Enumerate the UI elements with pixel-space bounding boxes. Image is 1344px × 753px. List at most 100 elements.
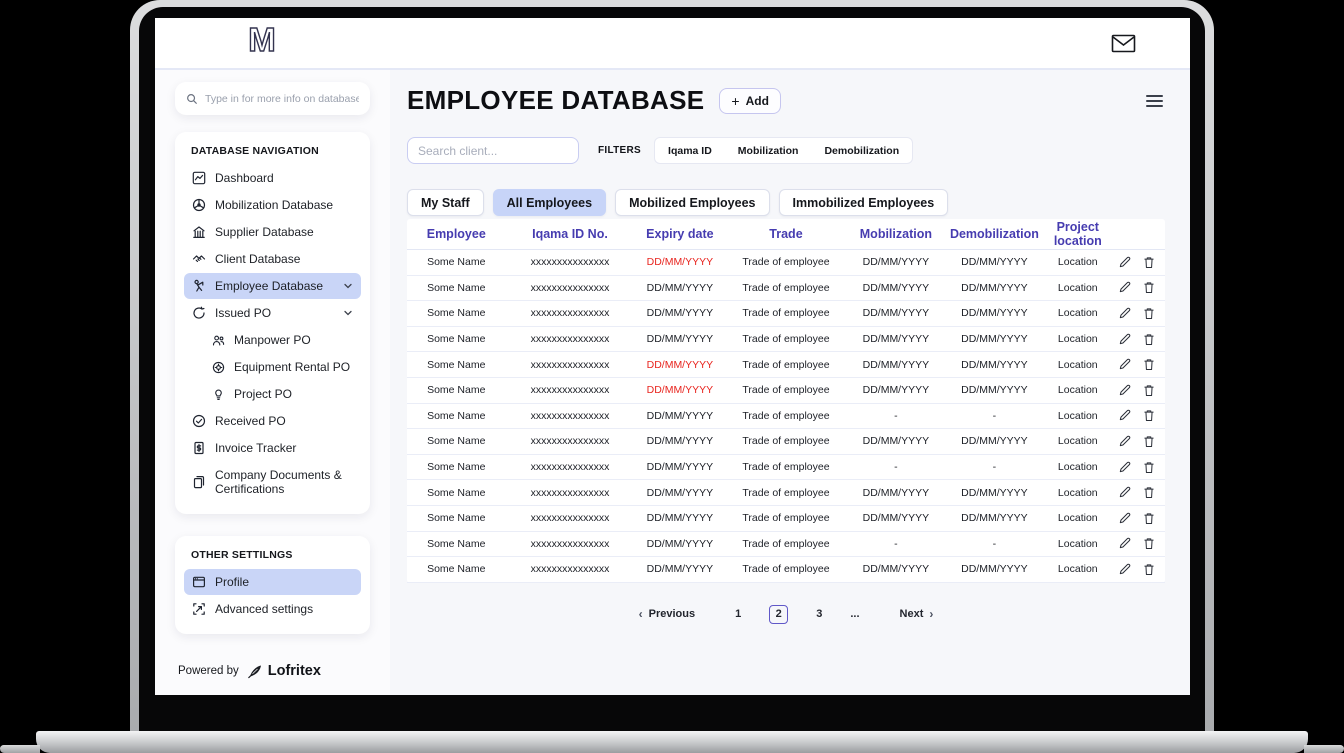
- laptop-bezel: M: [139, 7, 1205, 731]
- edit-pencil-icon[interactable]: [1118, 461, 1131, 474]
- table-row: Some Name xxxxxxxxxxxxxxx DD/MM/YYYY Tra…: [407, 276, 1165, 302]
- cell-mobilization: DD/MM/YYYY: [847, 487, 946, 499]
- table-header-cell[interactable]: Employee: [407, 227, 506, 241]
- edit-pencil-icon[interactable]: [1118, 512, 1131, 525]
- next-label: Next: [900, 608, 924, 620]
- sidebar-search[interactable]: [175, 82, 370, 115]
- cell-demobilization: DD/MM/YYYY: [945, 256, 1044, 268]
- delete-trash-icon[interactable]: [1143, 409, 1155, 422]
- table-header-cell[interactable]: Iqama ID No.: [506, 227, 635, 241]
- filter-chip[interactable]: Iqama ID: [655, 145, 725, 157]
- table-header-cell[interactable]: Expiry date: [634, 227, 725, 241]
- sidebar-item-dashboard[interactable]: Dashboard: [184, 165, 361, 191]
- cell-mobilization: -: [847, 538, 946, 550]
- tab[interactable]: Immobilized Employees: [779, 189, 949, 216]
- sidebar-item-project-po[interactable]: Project PO: [204, 381, 361, 407]
- cell-iqama-id: xxxxxxxxxxxxxxx: [506, 282, 635, 294]
- sidebar-item-issued-po[interactable]: Issued PO: [184, 300, 361, 326]
- delete-trash-icon[interactable]: [1143, 461, 1155, 474]
- sidebar-item-supplier-database[interactable]: Supplier Database: [184, 219, 361, 245]
- cell-expiry-date: DD/MM/YYYY: [634, 512, 725, 524]
- filter-chip[interactable]: Demobilization: [811, 145, 912, 157]
- delete-trash-icon[interactable]: [1143, 563, 1155, 576]
- sidebar-item-manpower-po[interactable]: Manpower PO: [204, 327, 361, 353]
- cell-mobilization: -: [847, 410, 946, 422]
- cell-actions: [1112, 256, 1165, 269]
- sidebar-item-client-database[interactable]: Client Database: [184, 246, 361, 272]
- delete-trash-icon[interactable]: [1143, 333, 1155, 346]
- cell-employee: Some Name: [407, 384, 506, 396]
- cell-trade: Trade of employee: [725, 512, 846, 524]
- sidebar-item-employee-database[interactable]: Employee Database: [184, 273, 361, 299]
- cell-trade: Trade of employee: [725, 333, 846, 345]
- table-row: Some Name xxxxxxxxxxxxxxx DD/MM/YYYY Tra…: [407, 352, 1165, 378]
- cell-trade: Trade of employee: [725, 563, 846, 575]
- table-header-cell[interactable]: Demobilization: [945, 227, 1044, 241]
- sidebar-item-label: Dashboard: [215, 171, 274, 185]
- cell-trade: Trade of employee: [725, 359, 846, 371]
- cell-employee: Some Name: [407, 256, 506, 268]
- delete-trash-icon[interactable]: [1143, 307, 1155, 320]
- hamburger-menu-icon[interactable]: [1144, 91, 1165, 111]
- sidebar: DATABASE NAVIGATION Dashboard: [155, 70, 390, 695]
- delete-trash-icon[interactable]: [1143, 281, 1155, 294]
- edit-pencil-icon[interactable]: [1118, 256, 1131, 269]
- delete-trash-icon[interactable]: [1143, 384, 1155, 397]
- cell-actions: [1112, 435, 1165, 448]
- invoice-document-icon: [192, 441, 206, 455]
- cell-trade: Trade of employee: [725, 410, 846, 422]
- sidebar-item-equipment-rental-po[interactable]: Equipment Rental PO: [204, 354, 361, 380]
- table-header-cell[interactable]: Trade: [725, 227, 846, 241]
- edit-pencil-icon[interactable]: [1118, 281, 1131, 294]
- sidebar-search-input[interactable]: [205, 93, 359, 105]
- tab[interactable]: All Employees: [493, 189, 606, 216]
- lightbulb-icon: [212, 388, 225, 401]
- table-body: Some Name xxxxxxxxxxxxxxx DD/MM/YYYY Tra…: [407, 250, 1165, 583]
- sidebar-item-company-documents[interactable]: Company Documents & Certifications: [184, 462, 361, 502]
- sidebar-item-invoice-tracker[interactable]: Invoice Tracker: [184, 435, 361, 461]
- edit-pencil-icon[interactable]: [1118, 409, 1131, 422]
- sidebar-item-advanced-settings[interactable]: Advanced settings: [184, 596, 361, 622]
- delete-trash-icon[interactable]: [1143, 358, 1155, 371]
- edit-pencil-icon[interactable]: [1118, 537, 1131, 550]
- edit-pencil-icon[interactable]: [1118, 307, 1131, 320]
- page-button-3[interactable]: 3: [816, 608, 822, 620]
- edit-pencil-icon[interactable]: [1118, 563, 1131, 576]
- delete-trash-icon[interactable]: [1143, 486, 1155, 499]
- cell-actions: [1112, 307, 1165, 320]
- table-header-cell[interactable]: Mobilization: [847, 227, 946, 241]
- edit-pencil-icon[interactable]: [1118, 384, 1131, 397]
- tab[interactable]: Mobilized Employees: [615, 189, 769, 216]
- sidebar-item-mobilization-database[interactable]: Mobilization Database: [184, 192, 361, 218]
- next-page-button[interactable]: Next ›: [900, 607, 934, 621]
- mail-icon[interactable]: [1111, 34, 1136, 53]
- table-header-cell[interactable]: Project location: [1044, 220, 1112, 248]
- sidebar-item-label: Advanced settings: [215, 602, 313, 616]
- profile-card-icon: [192, 575, 206, 589]
- delete-trash-icon[interactable]: [1143, 537, 1155, 550]
- edit-pencil-icon[interactable]: [1118, 435, 1131, 448]
- delete-trash-icon[interactable]: [1143, 512, 1155, 525]
- page-button-2-current[interactable]: 2: [769, 605, 788, 624]
- cell-expiry-date: DD/MM/YYYY: [634, 282, 725, 294]
- cell-trade: Trade of employee: [725, 256, 846, 268]
- add-button[interactable]: + Add: [719, 88, 781, 114]
- previous-page-button[interactable]: ‹ Previous: [639, 607, 695, 621]
- topbar: M: [155, 18, 1190, 70]
- filter-chip[interactable]: Mobilization: [725, 145, 812, 157]
- cell-expiry-date: DD/MM/YYYY: [634, 563, 725, 575]
- page-button-1[interactable]: 1: [735, 608, 741, 620]
- delete-trash-icon[interactable]: [1143, 435, 1155, 448]
- sidebar-item-received-po[interactable]: Received PO: [184, 408, 361, 434]
- tab[interactable]: My Staff: [407, 189, 484, 216]
- edit-pencil-icon[interactable]: [1118, 358, 1131, 371]
- nav-section-title: DATABASE NAVIGATION: [191, 145, 361, 157]
- cell-iqama-id: xxxxxxxxxxxxxxx: [506, 410, 635, 422]
- cell-iqama-id: xxxxxxxxxxxxxxx: [506, 384, 635, 396]
- sidebar-item-profile[interactable]: Profile: [184, 569, 361, 595]
- edit-pencil-icon[interactable]: [1118, 333, 1131, 346]
- search-client-input[interactable]: [407, 137, 579, 164]
- cell-project-location: Location: [1044, 538, 1112, 550]
- edit-pencil-icon[interactable]: [1118, 486, 1131, 499]
- delete-trash-icon[interactable]: [1143, 256, 1155, 269]
